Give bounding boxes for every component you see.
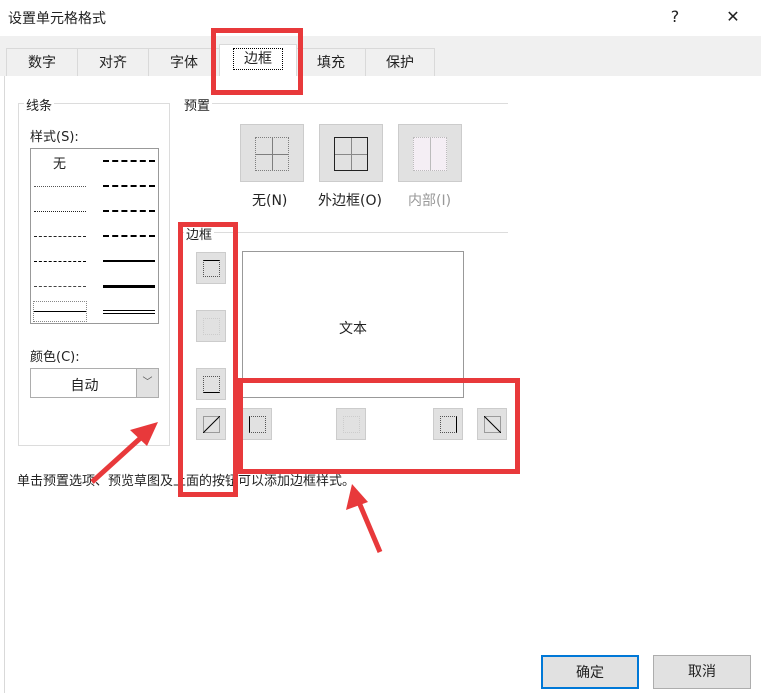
annotation-arrows [90,422,383,553]
arrow-bottom-head [346,484,368,510]
ok-button[interactable]: 确定 [541,655,639,689]
cancel-button[interactable]: 取消 [653,655,751,689]
arrow-bottom [355,499,383,553]
arrow-left [90,432,147,484]
